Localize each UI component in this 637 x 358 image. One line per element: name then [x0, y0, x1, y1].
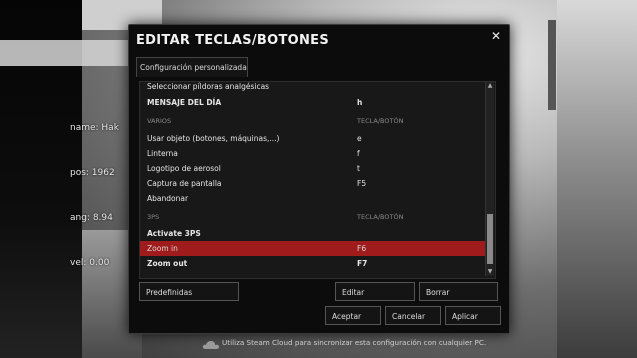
section-header-3ps: 3PS TECLA/BOTÓN — [140, 210, 485, 225]
list-item[interactable]: Zoom out F7 — [140, 256, 485, 271]
list-item[interactable]: Linterna f — [140, 146, 485, 161]
dialog-title: EDITAR TECLAS/BOTONES — [136, 33, 330, 48]
binding-label: Captura de pantalla — [147, 179, 222, 188]
steam-cloud-note: Utiliza Steam Cloud para sincronizar est… — [222, 338, 487, 347]
section-key-header: TECLA/BOTÓN — [357, 213, 404, 221]
list-item[interactable]: Abandonar — [140, 191, 485, 206]
list-item[interactable]: Usar objeto (botones, máquinas,...) e — [140, 131, 485, 146]
binding-key: t — [357, 164, 360, 173]
section-key-header: TECLA/BOTÓN — [357, 117, 404, 125]
binding-label: Usar objeto (botones, máquinas,...) — [147, 134, 280, 143]
binding-key: F7 — [357, 259, 368, 268]
hud-line-pos: pos: 1962 — [70, 168, 115, 178]
background-beam — [0, 40, 135, 66]
cancel-button[interactable]: Cancelar — [385, 306, 441, 325]
scroll-up-icon[interactable]: ▲ — [486, 82, 494, 90]
accept-button[interactable]: Aceptar — [325, 306, 381, 325]
list-item[interactable]: Logotipo de aerosol t — [140, 161, 485, 176]
scrollbar-thumb[interactable] — [487, 214, 493, 264]
list-item-selected[interactable]: Zoom in F6 — [140, 241, 485, 256]
binding-key: f — [357, 149, 360, 158]
binding-label: Activate 3PS — [147, 229, 201, 238]
keybinding-list: Seleccionar píldoras analgésicas MENSAJE… — [139, 81, 496, 279]
list-item[interactable]: Activate 3PS — [140, 226, 485, 241]
section-header-varios: VARIOS TECLA/BOTÓN — [140, 114, 485, 129]
binding-label: Seleccionar píldoras analgésicas — [147, 82, 270, 91]
background-pillar — [548, 20, 556, 110]
binding-key: F6 — [357, 244, 367, 253]
cloud-icon — [202, 341, 219, 349]
section-label: 3PS — [147, 213, 160, 221]
delete-button[interactable]: Borrar — [419, 282, 498, 301]
binding-label: Linterna — [147, 149, 178, 158]
binding-label: Zoom out — [147, 259, 188, 268]
section-label: VARIOS — [147, 117, 172, 125]
background-right-wall — [557, 0, 637, 358]
hud-line-ang: ang: 8.94 — [70, 213, 113, 223]
binding-key: e — [357, 134, 362, 143]
close-icon[interactable]: ✕ — [491, 29, 501, 43]
hud-line-name: name: Hak — [70, 123, 119, 133]
list-item[interactable]: MENSAJE DEL DÍA h — [140, 95, 485, 110]
binding-label: Abandonar — [147, 194, 189, 203]
hud-line-vel: vel: 0.00 — [70, 258, 110, 268]
binding-label: MENSAJE DEL DÍA — [147, 98, 222, 107]
binding-label: Logotipo de aerosol — [147, 164, 221, 173]
binding-key: h — [357, 98, 363, 107]
list-scrollbar[interactable]: ▲ ▼ — [485, 82, 494, 276]
apply-button[interactable]: Aplicar — [445, 306, 501, 325]
list-item[interactable]: Seleccionar píldoras analgésicas — [140, 82, 485, 94]
keybinding-dialog: EDITAR TECLAS/BOTONES ✕ Configuración pe… — [128, 24, 510, 349]
tab-custom-config[interactable]: Configuración personalizada — [136, 57, 248, 77]
binding-label: Zoom in — [147, 244, 178, 253]
list-item[interactable]: Captura de pantalla F5 — [140, 176, 485, 191]
binding-key: F5 — [357, 179, 367, 188]
defaults-button[interactable]: Predefinidas — [139, 282, 239, 301]
scroll-down-icon[interactable]: ▼ — [486, 268, 494, 276]
hud-debug-readout: name: Hak pos: 1962 ang: 8.94 vel: 0.00 — [70, 91, 119, 286]
edit-button[interactable]: Editar — [335, 282, 415, 301]
